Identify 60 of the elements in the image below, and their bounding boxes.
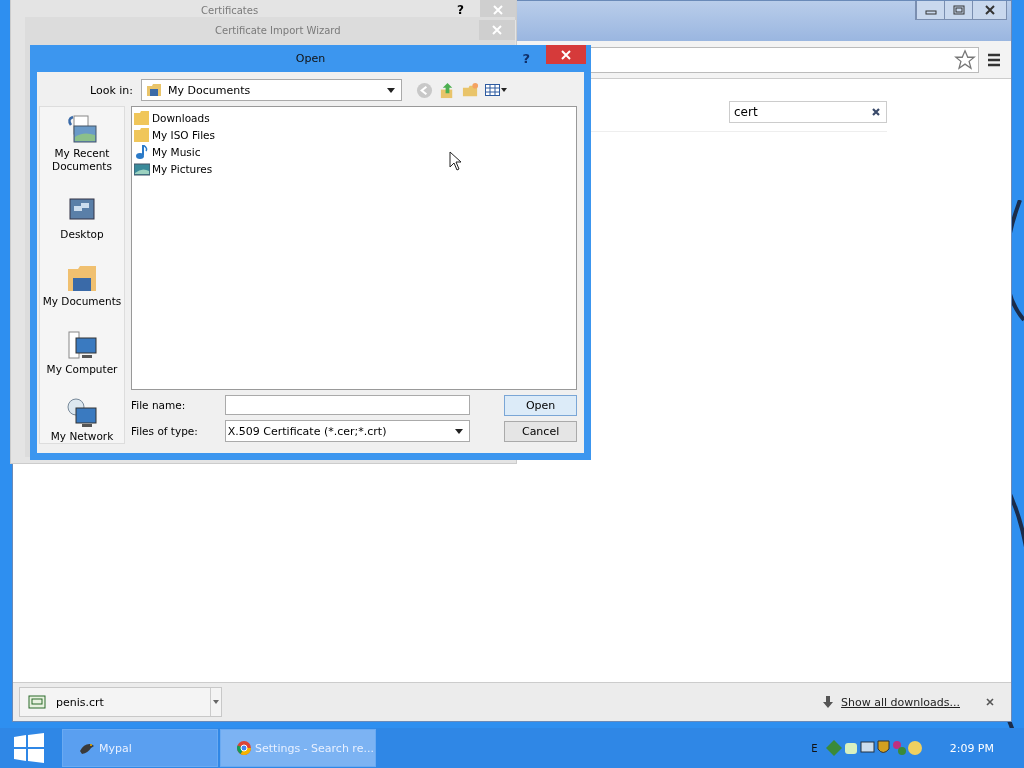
- places-item[interactable]: My Documents: [40, 261, 124, 308]
- view-menu-button[interactable]: [485, 84, 507, 96]
- keyboard-language-indicator[interactable]: E: [811, 742, 818, 754]
- close-icon: [982, 5, 997, 15]
- folder-icon: [134, 127, 150, 142]
- grid-view-icon: [485, 84, 500, 96]
- close-icon: [561, 49, 571, 60]
- places-item[interactable]: My Recent Documents: [40, 113, 124, 173]
- caret-icon: [455, 428, 464, 434]
- clock: 2:09 PM: [949, 741, 994, 755]
- network-computer-icon: [65, 396, 99, 430]
- caret-icon: [387, 87, 395, 93]
- maximize-icon: [951, 5, 966, 15]
- file-type-dropdown[interactable]: X.509 Certificate (*.cer;*.crt): [224, 420, 471, 442]
- dialog-title: Certificates: [201, 4, 259, 16]
- file-list-item[interactable]: My Music: [134, 143, 574, 160]
- caret-icon: [213, 700, 219, 704]
- bird-icon: [79, 741, 95, 755]
- start-button[interactable]: [14, 733, 44, 763]
- star-icon[interactable]: [954, 48, 976, 71]
- picture-icon: [134, 161, 150, 176]
- close-button[interactable]: [546, 45, 586, 64]
- look-in-label: Look in:: [89, 83, 134, 97]
- look-in-dropdown[interactable]: My Documents: [141, 79, 402, 101]
- places-item[interactable]: My Network: [40, 396, 124, 443]
- browser-icon: [237, 741, 251, 755]
- dialog-title: Open: [295, 52, 326, 65]
- dialog-title: Certificate Import Wizard: [215, 24, 341, 36]
- music-note-icon: [134, 144, 150, 159]
- places-item[interactable]: Desktop: [40, 193, 124, 241]
- file-name-label: File name:: [131, 399, 187, 411]
- mouse-cursor-icon: [449, 151, 463, 171]
- search-field[interactable]: cert: [729, 101, 887, 123]
- close-icon[interactable]: [985, 697, 995, 707]
- file-list-item[interactable]: My Pictures: [134, 160, 574, 177]
- download-file-name: penis.crt: [56, 695, 105, 709]
- download-arrow-icon: [822, 696, 835, 708]
- menu-icon[interactable]: [987, 52, 1001, 67]
- file-list-item[interactable]: Downloads: [134, 109, 574, 126]
- caret-icon: [501, 88, 507, 92]
- help-button[interactable]: ?: [457, 3, 464, 17]
- clear-icon[interactable]: [871, 107, 881, 117]
- download-item[interactable]: penis.crt: [19, 687, 222, 717]
- file-name-field[interactable]: [224, 395, 471, 415]
- files-of-type-label: Files of type:: [131, 425, 199, 437]
- cancel-button[interactable]: Cancel: [504, 420, 577, 442]
- close-icon: [492, 25, 502, 35]
- open-button[interactable]: Open: [504, 394, 577, 416]
- minimize-button[interactable]: [916, 1, 944, 19]
- download-menu-button[interactable]: [210, 688, 221, 716]
- certificate-file-icon: [28, 695, 46, 709]
- close-button[interactable]: [972, 1, 1006, 19]
- show-all-downloads-link[interactable]: Show all downloads...: [841, 695, 960, 709]
- close-icon: [493, 5, 503, 15]
- folder-icon: [134, 110, 150, 125]
- documents-folder-icon: [146, 83, 162, 97]
- help-button[interactable]: ?: [522, 51, 530, 66]
- tray-icons-drawing[interactable]: [825, 740, 922, 756]
- file-list-item[interactable]: My ISO Files: [134, 126, 574, 143]
- places-item[interactable]: My Computer: [40, 328, 124, 376]
